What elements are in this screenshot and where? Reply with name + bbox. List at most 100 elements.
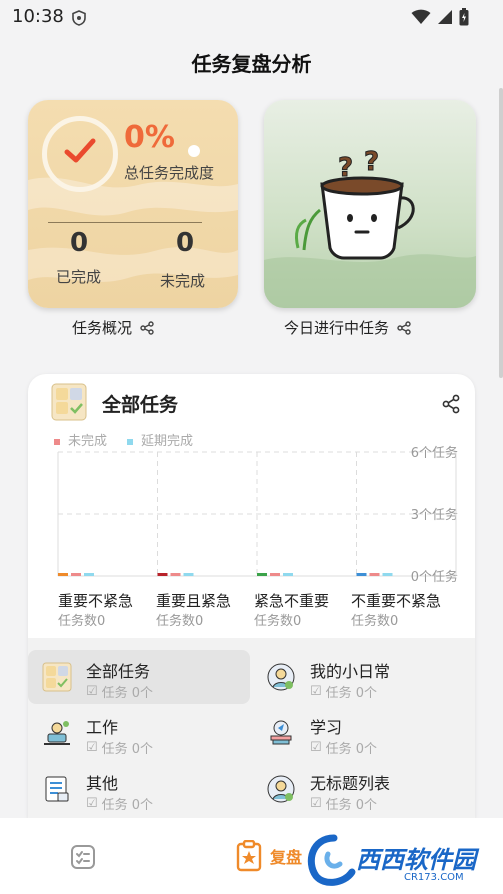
list-name: 全部任务 — [86, 662, 151, 681]
bottom-nav: 复盘 西西软件园 CR173.COM — [0, 818, 503, 894]
done-label: 已完成 — [56, 268, 102, 286]
category-label: 重要不紧急 — [58, 592, 134, 610]
category-label: 重要且紧急 — [156, 592, 232, 610]
category-count: 任务数0 — [156, 614, 204, 629]
work-desk-icon — [44, 721, 70, 745]
bar-category-3 — [356, 573, 367, 576]
share-icon[interactable] — [441, 394, 461, 414]
watermark-sub: CR173.COM — [404, 872, 464, 883]
all-tasks-title: 全部任务 — [102, 394, 179, 416]
list-name: 其他 — [86, 774, 119, 793]
calendar-check-icon: ☑ — [310, 740, 322, 755]
task-grid-icon — [51, 383, 87, 421]
list-item-all-tasks[interactable]: 全部任务 ☑ 任务 0个 — [28, 650, 250, 704]
y-tick-label: 3个任务 — [411, 507, 458, 523]
watermark-text: 西西软件园 — [356, 846, 476, 874]
percent-indicator-dot — [188, 145, 200, 157]
nav-review-label: 复盘 — [270, 848, 303, 867]
list-item-daily[interactable]: 我的小日常 ☑ 任务 0个 — [252, 650, 474, 704]
list-item-untitled[interactable]: 无标题列表 ☑ 任务 0个 — [252, 762, 474, 816]
study-books-icon — [270, 720, 292, 745]
list-count-text: 任务 0个 — [325, 742, 378, 757]
category-count: 任务数0 — [351, 614, 399, 629]
bar-category-2 — [257, 573, 267, 576]
bar-delayed — [283, 573, 293, 576]
y-tick-label: 6个任务 — [411, 445, 458, 461]
bar-undone — [170, 573, 181, 576]
task-list-grid: 全部任务 ☑ 任务 0个 我的小日常 ☑ 任务 0个 工作 ☑ 任务 0个 学习 ☑ 任… — [28, 638, 475, 834]
today-caption[interactable]: 今日进行中任务 — [284, 317, 411, 338]
list-count: ☑ 任务 0个 — [310, 738, 377, 757]
category-label: 紧急不重要 — [254, 592, 330, 610]
calendar-check-icon: ☑ — [86, 796, 98, 811]
status-bar: 10:38 — [0, 0, 503, 34]
task-grid-icon — [42, 662, 72, 692]
undone-label: 未完成 — [160, 272, 206, 290]
today-card[interactable]: ? ? — [264, 100, 476, 308]
overview-caption-label: 任务概况 — [72, 319, 133, 337]
done-count: 0 — [70, 228, 89, 258]
calendar-check-icon: ☑ — [310, 684, 322, 699]
task-bar-chart: 6个任务 3个任务 0个任务 — [57, 445, 458, 585]
total-completion-label: 总任务完成度 — [124, 164, 215, 182]
list-count: ☑ 任务 0个 — [310, 794, 377, 813]
overview-divider — [48, 222, 202, 223]
signal-icon — [438, 10, 452, 24]
list-item-study[interactable]: 学习 ☑ 任务 0个 — [252, 706, 474, 760]
battery-icon — [459, 8, 469, 26]
category-label: 不重要不紧急 — [351, 592, 442, 610]
list-count-text: 任务 0个 — [101, 686, 154, 701]
list-count: ☑ 任务 0个 — [86, 682, 153, 701]
completion-percent: 0% — [124, 120, 175, 155]
scrollbar[interactable] — [499, 88, 503, 378]
wifi-icon — [411, 9, 431, 24]
list-count: ☑ 任务 0个 — [86, 738, 153, 757]
calendar-check-icon: ☑ — [310, 796, 322, 811]
category-count: 任务数0 — [254, 614, 302, 629]
logo-swirl-icon — [308, 834, 356, 886]
person-daily-icon — [267, 663, 295, 691]
calendar-list-icon — [45, 776, 69, 802]
undone-count: 0 — [176, 228, 195, 258]
share-icon[interactable] — [397, 320, 411, 335]
list-count: ☑ 任务 0个 — [310, 682, 377, 701]
shield-icon — [72, 10, 86, 26]
bar-undone — [71, 573, 81, 576]
svg-text:?: ? — [364, 147, 379, 177]
svg-text:?: ? — [338, 153, 353, 183]
all-tasks-panel: 全部任务 未完成 延期完成 6个任务 3个任务 0个任务 重要不紧急 重要且紧急 紧… — [28, 374, 475, 834]
today-caption-label: 今日进行中任务 — [284, 319, 390, 337]
bar-undone — [369, 573, 380, 576]
coffee-cup-icon: ? ? — [264, 147, 476, 308]
list-count-text: 任务 0个 — [101, 742, 154, 757]
list-name: 我的小日常 — [310, 662, 391, 681]
overview-caption[interactable]: 任务概况 — [72, 317, 154, 338]
page-title: 任务复盘分析 — [191, 52, 312, 76]
list-count-text: 任务 0个 — [325, 798, 378, 813]
status-time: 10:38 — [12, 6, 64, 27]
bar-delayed — [382, 573, 393, 576]
list-count-text: 任务 0个 — [101, 798, 154, 813]
task-list-icon[interactable] — [70, 844, 96, 870]
list-item-work[interactable]: 工作 ☑ 任务 0个 — [28, 706, 250, 760]
nav-review-tab[interactable]: 复盘 — [236, 840, 302, 872]
person-list-icon — [267, 775, 295, 803]
list-item-other[interactable]: 其他 ☑ 任务 0个 — [28, 762, 250, 816]
calendar-check-icon: ☑ — [86, 740, 98, 755]
list-count-text: 任务 0个 — [325, 686, 378, 701]
review-clipboard-icon — [236, 840, 262, 872]
bar-category-0 — [58, 573, 68, 576]
check-icon — [64, 138, 96, 163]
bar-category-1 — [157, 573, 168, 576]
list-name: 无标题列表 — [310, 774, 391, 793]
bar-delayed — [183, 573, 194, 576]
watermark-logo: 西西软件园 CR173.COM — [304, 828, 503, 890]
bar-delayed — [84, 573, 94, 576]
share-icon[interactable] — [140, 320, 154, 335]
bar-undone — [270, 573, 280, 576]
category-count: 任务数0 — [58, 614, 106, 629]
calendar-check-icon: ☑ — [86, 684, 98, 699]
y-tick-label: 0个任务 — [411, 569, 458, 585]
list-count: ☑ 任务 0个 — [86, 794, 153, 813]
list-name: 工作 — [86, 718, 119, 737]
